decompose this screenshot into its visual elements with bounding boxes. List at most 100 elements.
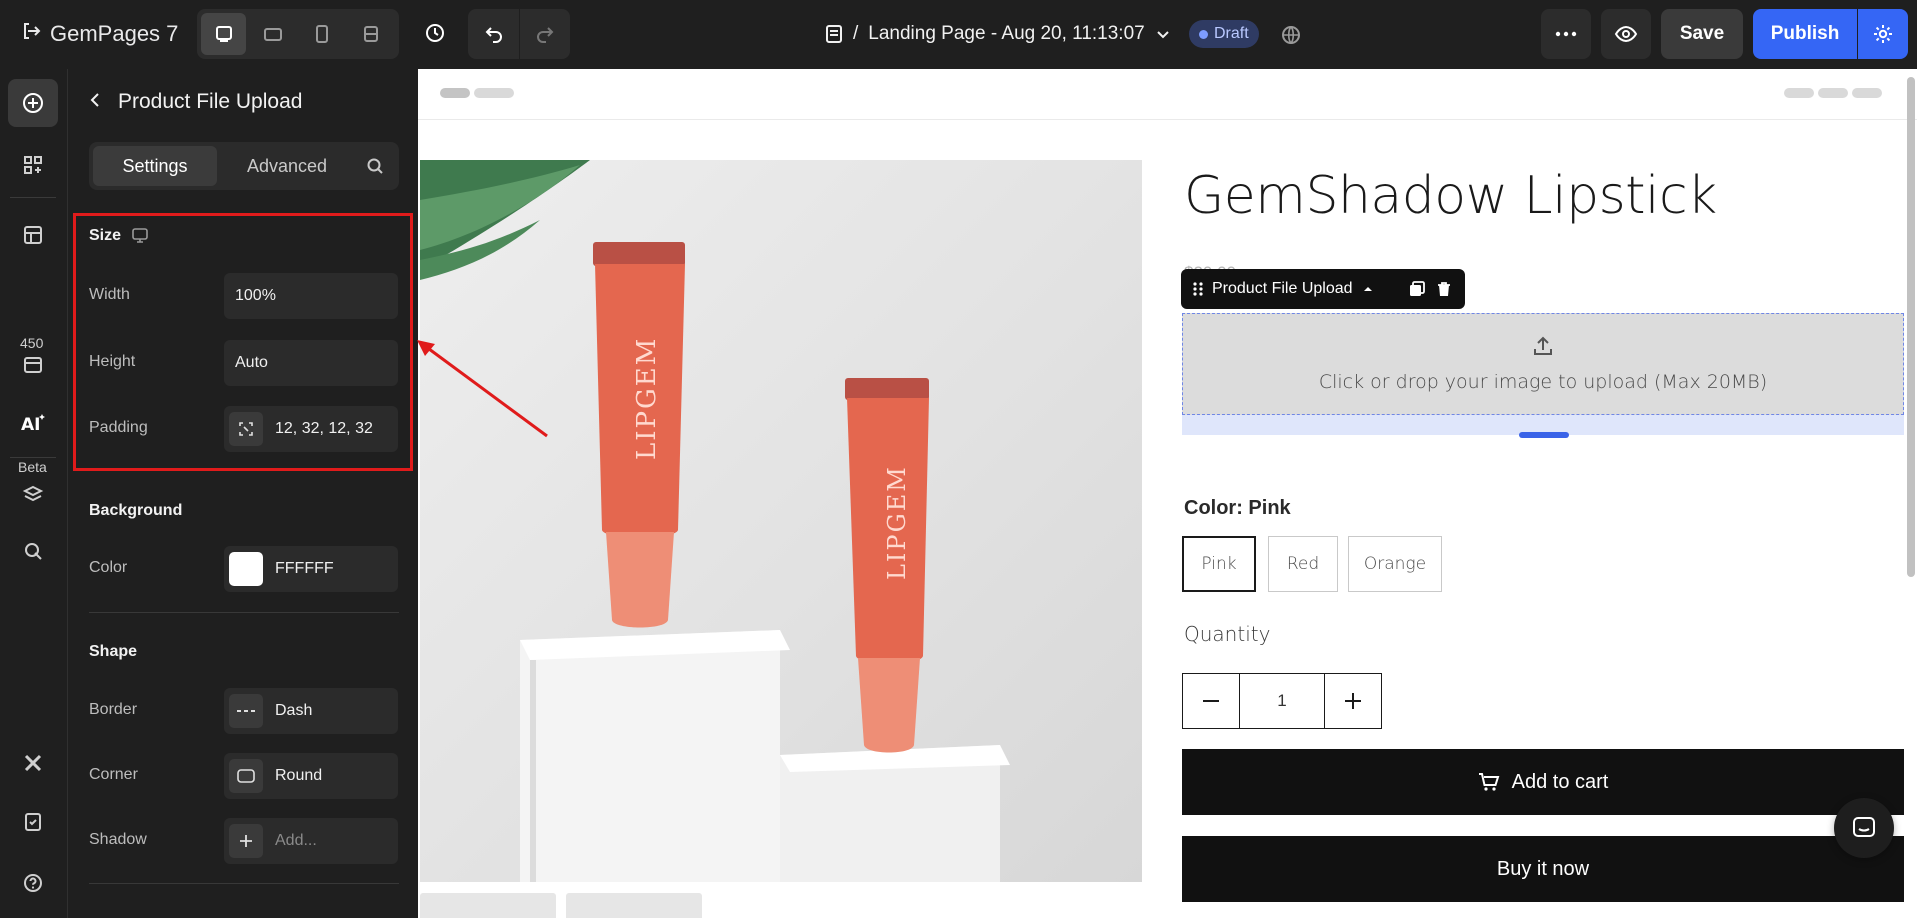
variant-option-orange[interactable]: Orange (1348, 536, 1442, 592)
chevron-left-icon (90, 93, 99, 107)
undo-redo-group (468, 9, 570, 59)
trash-icon[interactable] (1435, 280, 1453, 298)
file-upload-dropzone[interactable]: Click or drop your image to upload (Max … (1182, 313, 1904, 415)
page-header-placeholder (418, 69, 1917, 120)
desktop-view-button[interactable] (201, 13, 246, 55)
custom-view-button[interactable] (348, 13, 393, 55)
shadow-add-input[interactable]: Add... (224, 818, 398, 864)
product-title: GemShadow Lipstick (1184, 166, 1717, 226)
border-label: Border (89, 701, 138, 718)
inspector-button[interactable] (8, 527, 58, 575)
rail-divider (10, 197, 56, 198)
grid-icon (24, 156, 42, 174)
element-toolbar[interactable]: Product File Upload (1181, 269, 1465, 309)
svg-text:AI: AI (21, 415, 40, 434)
x-integration-button[interactable] (8, 739, 58, 787)
quantity-decrease-button[interactable] (1183, 674, 1239, 728)
variant-option-red[interactable]: Red (1268, 536, 1338, 592)
size-highlight-box (73, 213, 413, 471)
variant-option-pink[interactable]: Pink (1182, 536, 1256, 592)
caret-up-icon[interactable] (1362, 284, 1374, 294)
product-image[interactable]: LIPGEM LIPGEM (420, 160, 1142, 882)
search-icon (367, 158, 383, 174)
history-button[interactable] (414, 12, 456, 54)
quantity-label: Quantity (1184, 622, 1271, 646)
panel-search-button[interactable] (357, 146, 393, 186)
duplicate-icon[interactable] (1408, 280, 1426, 298)
box-icon (24, 357, 42, 373)
components-button[interactable] (8, 341, 58, 389)
ai-button[interactable]: AI (8, 399, 58, 447)
publish-button[interactable]: Publish (1753, 9, 1857, 59)
editor-canvas[interactable]: LIPGEM LIPGEM GemShadow Lipstick $20.00 … (418, 69, 1917, 918)
layers-icon (22, 485, 44, 502)
page-title: Landing Page - Aug 20, 11:13:07 (868, 23, 1145, 44)
canvas-scrollbar[interactable] (1907, 77, 1915, 577)
buy-now-button[interactable]: Buy it now (1182, 836, 1904, 902)
publish-settings-button[interactable] (1858, 9, 1908, 59)
drag-handle-icon[interactable] (1193, 281, 1203, 297)
border-value: Dash (275, 702, 313, 719)
product-thumbnail[interactable] (420, 893, 556, 918)
history-icon (426, 24, 444, 42)
back-button[interactable] (88, 90, 102, 114)
globe-icon (1282, 26, 1300, 44)
corner-select[interactable]: Round (224, 753, 398, 799)
status-dot (1199, 29, 1208, 39)
tube-brand-text: LIPGEM (883, 465, 911, 580)
page-title-dropdown[interactable]: / Landing Page - Aug 20, 11:13:07 (825, 18, 1171, 50)
checklist-button[interactable] (8, 797, 58, 845)
cart-icon (1478, 773, 1500, 791)
more-options-button[interactable] (1541, 9, 1591, 59)
undo-icon (485, 27, 502, 43)
upload-instructions: Click or drop your image to upload (Max … (1318, 371, 1768, 393)
chat-icon (1853, 817, 1875, 837)
status-badge: Draft (1189, 20, 1259, 48)
add-to-cart-button[interactable]: Add to cart (1182, 749, 1904, 815)
sections-button[interactable] (8, 141, 58, 189)
quantity-increase-button[interactable] (1325, 674, 1381, 728)
mobile-view-button[interactable] (299, 13, 344, 55)
minus-icon (1203, 700, 1219, 702)
lipstick-product-photo: LIPGEM LIPGEM (420, 160, 1010, 882)
resize-handle[interactable] (1519, 432, 1569, 438)
beta-label: Beta (18, 459, 47, 475)
pages-button[interactable] (8, 211, 58, 259)
app-root: GemPages 7 / Landing Page - Aug 20, 11:1… (0, 0, 1917, 918)
plus-icon (229, 824, 263, 858)
top-bar: GemPages 7 / Landing Page - Aug 20, 11:1… (0, 0, 1917, 69)
redo-button[interactable] (520, 9, 570, 59)
annotation-arrow (417, 340, 548, 438)
shadow-placeholder: Add... (275, 832, 317, 849)
help-button[interactable] (8, 859, 58, 907)
bg-color-input[interactable]: FFFFFF (224, 546, 398, 592)
color-swatch[interactable] (229, 552, 263, 586)
dash-border-icon (229, 694, 263, 728)
page-prefix: / (853, 23, 859, 44)
product-thumbnail[interactable] (566, 893, 702, 918)
background-section-title: Background (89, 502, 183, 519)
language-button[interactable] (1274, 18, 1308, 52)
border-select[interactable]: Dash (224, 688, 398, 734)
layers-button[interactable] (8, 471, 58, 519)
undo-button[interactable] (469, 9, 519, 59)
quantity-input[interactable]: 1 (1239, 674, 1325, 728)
shadow-label: Shadow (89, 831, 147, 848)
exit-icon[interactable] (20, 20, 42, 48)
tab-advanced[interactable]: Advanced (217, 146, 357, 186)
gear-icon (1874, 25, 1892, 43)
panel-tabs: Settings Advanced (89, 142, 399, 190)
tablet-landscape-icon (263, 28, 282, 41)
tab-settings[interactable]: Settings (93, 146, 217, 186)
tablet-landscape-view-button[interactable] (250, 13, 295, 55)
upload-icon (1534, 336, 1552, 355)
chat-support-button[interactable] (1834, 798, 1894, 858)
brand-logo[interactable]: GemPages 7 (20, 18, 178, 50)
plus-circle-icon (23, 93, 43, 113)
custom-device-icon (363, 26, 378, 42)
preview-button[interactable] (1601, 9, 1651, 59)
section-divider (89, 883, 399, 884)
save-button[interactable]: Save (1661, 9, 1743, 59)
rail-divider (10, 457, 56, 458)
add-element-button[interactable] (8, 79, 58, 127)
